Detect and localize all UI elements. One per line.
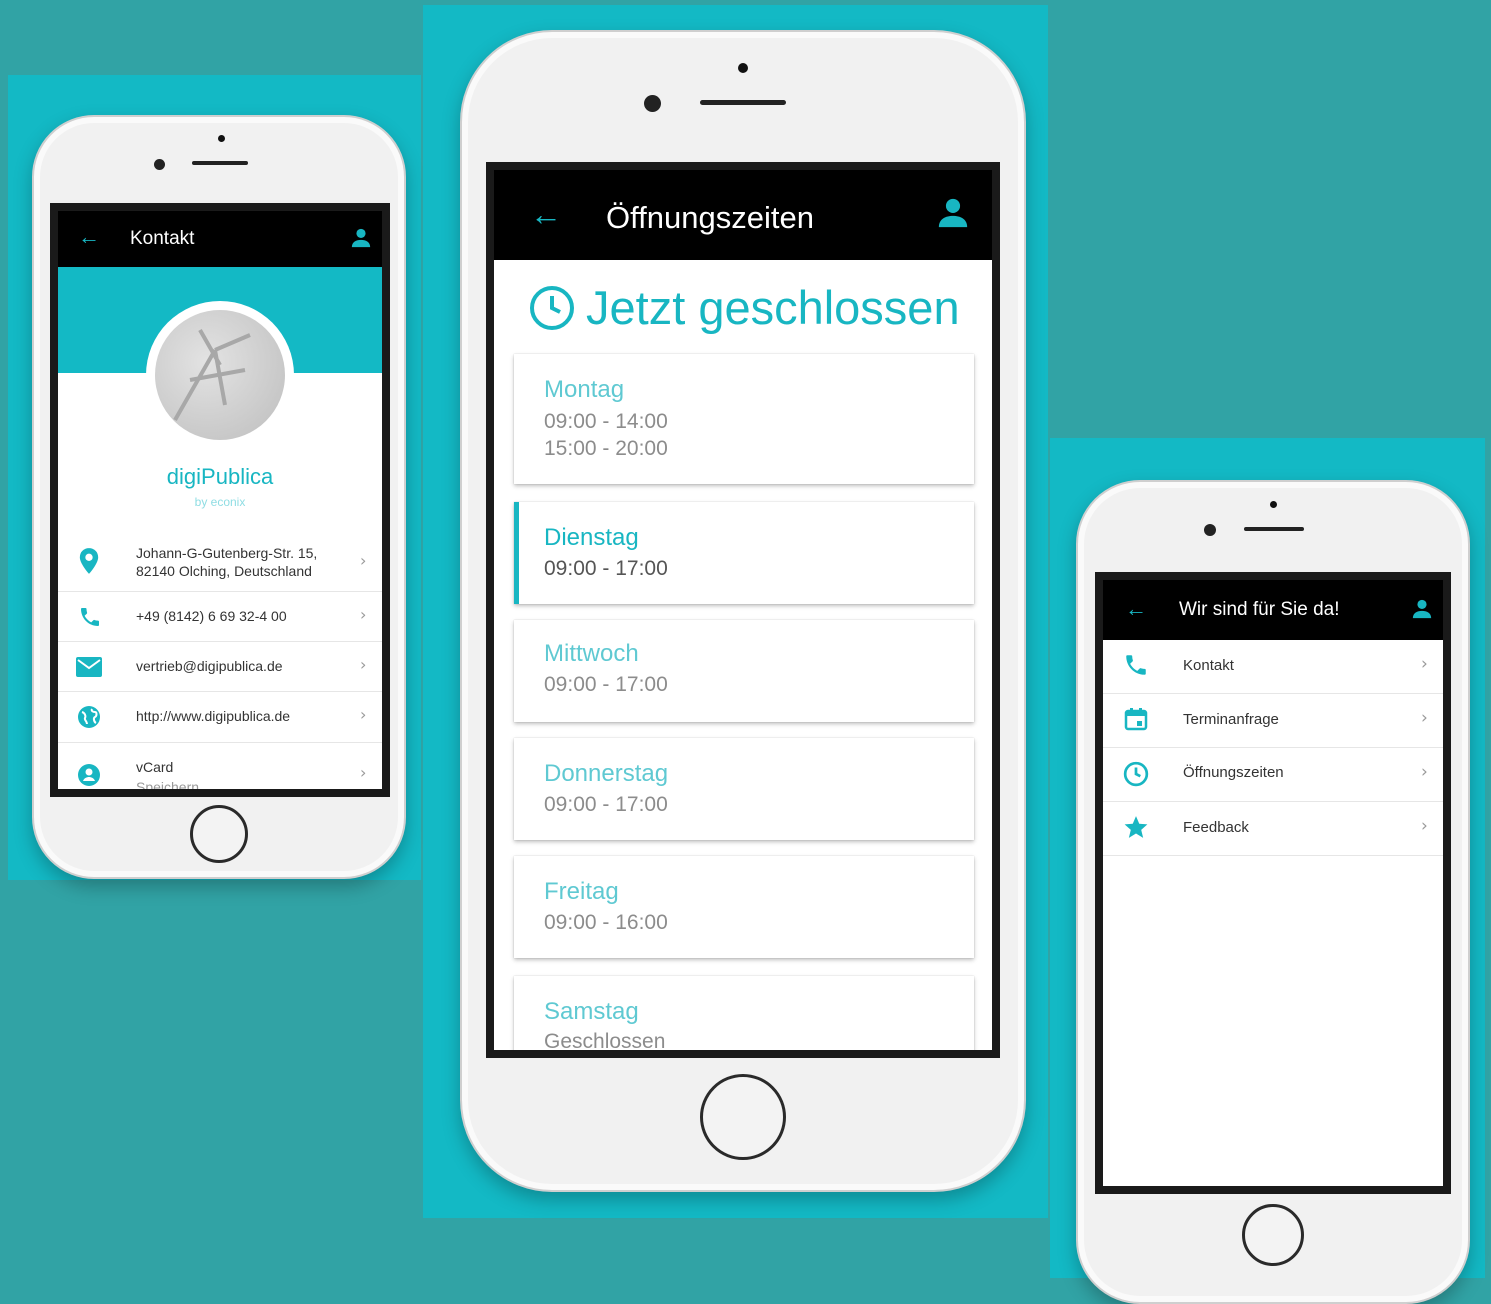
app-bar: ← Wir sind für Sie da! <box>1103 580 1443 640</box>
chevron-right-icon: › <box>1421 762 1428 782</box>
address-line-2: 82140 Olching, Deutschland <box>136 563 312 579</box>
day-name: Freitag <box>544 878 619 905</box>
chevron-right-icon: › <box>360 763 367 782</box>
chevron-right-icon: › <box>360 605 367 624</box>
avatar <box>146 301 294 449</box>
day-card-thursday[interactable]: Donnerstag 09:00 - 17:00 <box>514 738 974 840</box>
menu-item-label: Öffnungszeiten <box>1183 764 1284 781</box>
phone-icon <box>78 605 102 634</box>
phone-icon <box>1123 652 1149 683</box>
day-card-tuesday[interactable]: Dienstag 09:00 - 17:00 <box>514 502 974 604</box>
day-name: Dienstag <box>544 524 639 551</box>
user-icon[interactable] <box>350 227 372 254</box>
website-url: http://www.digipublica.de <box>136 708 291 724</box>
menu-item-label: Feedback <box>1183 819 1249 836</box>
back-arrow-icon[interactable]: ← <box>1125 596 1147 622</box>
chevron-right-icon: › <box>1421 708 1428 728</box>
star-icon <box>1123 814 1149 845</box>
center-screen: ← Öffnungszeiten Jetzt geschlossen Monta… <box>486 162 1000 1058</box>
left-phone: ← Kontakt digiPublica by econix Johann-G… <box>32 115 406 879</box>
account-icon <box>77 763 101 789</box>
left-phone-speaker <box>192 161 248 165</box>
clock-icon <box>1123 761 1149 792</box>
avatar-image <box>173 329 251 421</box>
center-phone-speaker <box>700 100 786 105</box>
app-bar-title: Kontakt <box>130 228 195 249</box>
app-bar-title: Wir sind für Sie da! <box>1179 599 1340 620</box>
left-screen: ← Kontakt digiPublica by econix Johann-G… <box>50 203 390 797</box>
right-phone-home-button[interactable] <box>1242 1204 1304 1266</box>
contact-row-address[interactable]: Johann-G-Gutenberg-Str. 15, 82140 Olchin… <box>58 533 382 591</box>
app-bar: ← Öffnungszeiten <box>494 170 992 260</box>
menu-item-label: Kontakt <box>1183 657 1234 674</box>
time-range: 09:00 - 17:00 <box>544 673 668 696</box>
mail-icon <box>76 657 102 682</box>
globe-icon <box>77 705 101 734</box>
center-phone-home-button[interactable] <box>700 1074 786 1160</box>
day-card-wednesday[interactable]: Mittwoch 09:00 - 17:00 <box>514 620 974 722</box>
back-arrow-icon[interactable]: ← <box>530 196 562 233</box>
menu-item-oeffnungszeiten[interactable]: Öffnungszeiten › <box>1103 748 1443 801</box>
time-range: 09:00 - 16:00 <box>544 911 668 934</box>
chevron-right-icon: › <box>360 655 367 674</box>
day-card-monday[interactable]: Montag 09:00 - 14:00 15:00 - 20:00 <box>514 354 974 484</box>
email-address: vertrieb@digipublica.de <box>136 658 283 674</box>
day-name: Samstag <box>544 998 639 1025</box>
day-name: Donnerstag <box>544 760 669 787</box>
day-name: Montag <box>544 376 625 403</box>
right-phone-camera <box>1204 524 1216 536</box>
left-phone-sensor <box>218 135 225 142</box>
center-phone-camera <box>644 95 661 112</box>
day-name: Mittwoch <box>544 640 639 667</box>
center-phone-sensor <box>738 63 748 73</box>
chevron-right-icon: › <box>360 705 367 724</box>
menu-item-feedback[interactable]: Feedback › <box>1103 802 1443 855</box>
chevron-right-icon: › <box>1421 816 1428 836</box>
right-phone-sensor <box>1270 501 1277 508</box>
vcard-sublabel: Speichern <box>136 779 200 795</box>
time-range: 09:00 - 17:00 <box>544 557 668 580</box>
contact-row-website[interactable]: http://www.digipublica.de › <box>58 692 382 742</box>
center-phone: ← Öffnungszeiten Jetzt geschlossen Monta… <box>460 30 1026 1192</box>
contact-row-phone[interactable]: +49 (8142) 6 69 32-4 00 › <box>58 592 382 641</box>
day-card-saturday[interactable]: Samstag Geschlossen <box>514 976 974 1053</box>
back-arrow-icon[interactable]: ← <box>78 224 100 250</box>
left-phone-home-button[interactable] <box>190 805 248 863</box>
app-bar-title: Öffnungszeiten <box>606 200 814 235</box>
menu-item-terminanfrage[interactable]: Terminanfrage › <box>1103 694 1443 747</box>
phone-number: +49 (8142) 6 69 32-4 00 <box>136 608 287 624</box>
calendar-icon <box>1124 707 1148 736</box>
time-range: Geschlossen <box>544 1030 666 1053</box>
clock-icon <box>528 284 576 337</box>
contact-row-email[interactable]: vertrieb@digipublica.de › <box>58 642 382 691</box>
time-range: 15:00 - 20:00 <box>544 437 668 460</box>
chevron-right-icon: › <box>1421 654 1428 674</box>
right-screen: ← Wir sind für Sie da! Kontakt › Termina… <box>1095 572 1451 1194</box>
app-bar: ← Kontakt <box>58 211 382 267</box>
contact-row-vcard[interactable]: vCard Speichern › <box>58 743 382 795</box>
left-phone-camera <box>154 159 165 170</box>
right-phone-speaker <box>1244 527 1304 531</box>
user-icon[interactable] <box>936 196 970 235</box>
menu-item-label: Terminanfrage <box>1183 711 1279 728</box>
status-text: Jetzt geschlossen <box>586 281 960 334</box>
location-pin-icon <box>78 548 100 579</box>
user-icon[interactable] <box>1411 598 1433 625</box>
day-card-friday[interactable]: Freitag 09:00 - 16:00 <box>514 856 974 958</box>
address-line-1: Johann-G-Gutenberg-Str. 15, <box>136 545 318 561</box>
time-range: 09:00 - 17:00 <box>544 793 668 816</box>
vcard-label: vCard <box>136 759 174 775</box>
chevron-right-icon: › <box>360 551 367 570</box>
profile-name: digiPublica <box>166 464 274 489</box>
right-phone: ← Wir sind für Sie da! Kontakt › Termina… <box>1076 480 1470 1304</box>
menu-item-kontakt[interactable]: Kontakt › <box>1103 640 1443 693</box>
profile-subtitle: by econix <box>194 495 246 509</box>
time-range: 09:00 - 14:00 <box>544 410 668 433</box>
